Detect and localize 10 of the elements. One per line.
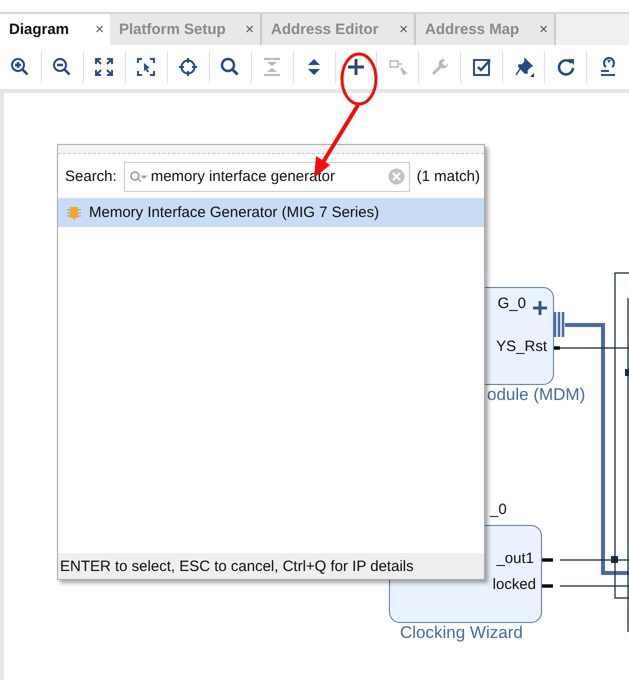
block-title: Clocking Wizard (400, 623, 523, 643)
search-label: Search: (65, 168, 117, 185)
match-count: (1 match) (416, 168, 480, 185)
port-label: G_0 (498, 295, 526, 312)
block-title: odule (MDM) (487, 385, 586, 405)
hint-text: ENTER to select, ESC to cancel, Ctrl+Q for IP details (58, 553, 484, 579)
instance-name: _0 (490, 501, 507, 518)
port-label: locked (492, 576, 536, 593)
port-label: _out1 (496, 550, 534, 567)
port-label: YS_Rst (496, 338, 547, 355)
